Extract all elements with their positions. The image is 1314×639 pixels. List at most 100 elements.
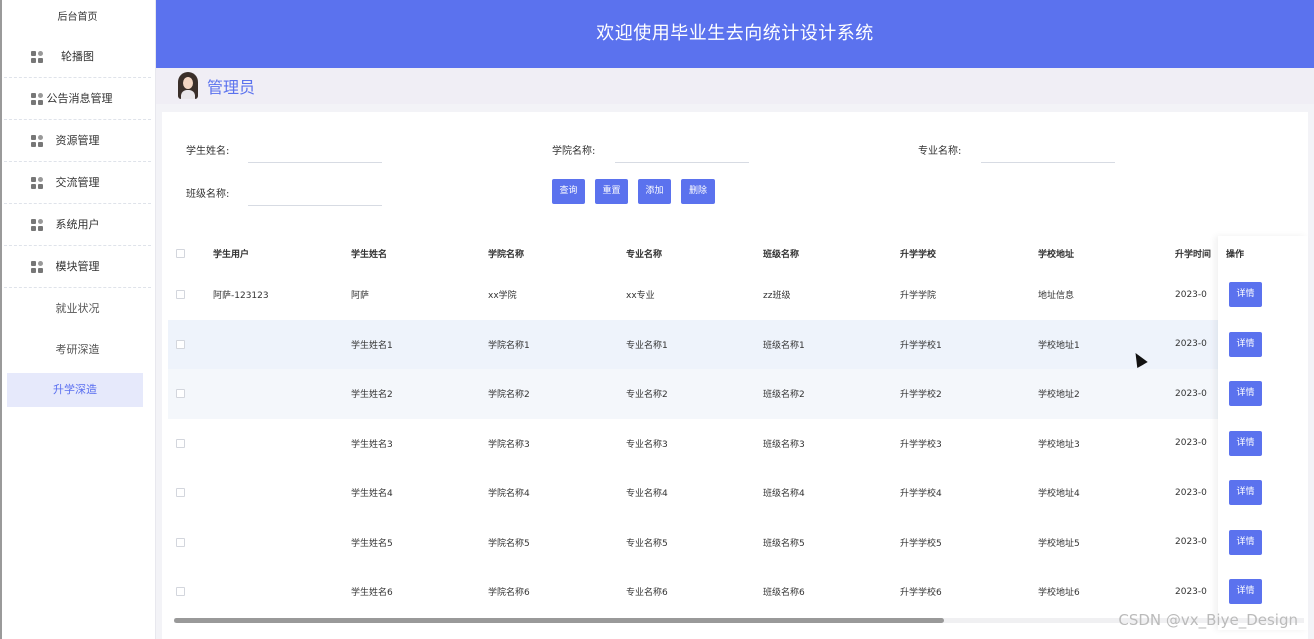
college-name-input[interactable] — [615, 141, 749, 163]
table-cell: 升学学校2 — [900, 390, 942, 401]
sidebar-item-label: 轮播图 — [61, 50, 94, 63]
sidebar-sub-further-study[interactable]: 升学深造 — [7, 373, 143, 407]
grid-icon — [31, 135, 44, 147]
student-name-input[interactable] — [248, 141, 382, 163]
table-cell: 学院名称2 — [488, 390, 530, 401]
col-header[interactable]: 学生用户 — [213, 236, 249, 270]
sidebar-item-label: 系统用户 — [55, 218, 100, 231]
table-cell: 学生姓名2 — [351, 390, 393, 401]
table-cell: 学生姓名4 — [351, 489, 393, 500]
data-table: 学生用户 学生姓名 学院名称 专业名称 班级名称 升学学校 学校地址 升学时间 … — [168, 236, 1308, 630]
detail-button[interactable]: 详情 — [1229, 579, 1262, 605]
sidebar-item-modules[interactable]: 模块管理 — [4, 246, 151, 288]
table-row[interactable]: 学生姓名6 学院名称6 专业名称6 班级名称6 升学学校6 学校地址6 2023-0 — [168, 567, 1308, 617]
detail-button[interactable]: 详情 — [1229, 381, 1262, 407]
main-content: 学生姓名: 学院名称: 专业名称: 班级名称: 查询 重置 添加 删除 学生用户… — [156, 104, 1314, 639]
table-cell: 2023-0 — [1175, 537, 1207, 548]
grid-icon — [31, 261, 44, 273]
table-row[interactable]: 学生姓名4 学院名称4 专业名称4 班级名称4 升学学校4 学校地址4 2023-0 — [168, 468, 1308, 518]
select-all-checkbox[interactable] — [176, 248, 185, 258]
sidebar-item-system-users[interactable]: 系统用户 — [4, 204, 151, 246]
col-header[interactable]: 专业名称 — [626, 236, 662, 270]
sidebar-home[interactable]: 后台首页 — [0, 0, 155, 36]
table-cell: 升学学校3 — [900, 439, 942, 450]
grid-icon — [31, 51, 44, 63]
class-name-input[interactable] — [248, 184, 382, 206]
sidebar-item-carousel[interactable]: 轮播图 — [4, 36, 151, 78]
table-cell: 2023-0 — [1175, 388, 1207, 399]
detail-button[interactable]: 详情 — [1229, 282, 1262, 308]
table-cell: 学校地址4 — [1038, 489, 1080, 500]
table-cell: 阿萨-123123 — [213, 291, 269, 302]
row-checkbox[interactable] — [176, 438, 185, 448]
user-name[interactable]: 管理员 — [207, 74, 255, 98]
table-cell: 学生姓名5 — [351, 538, 393, 549]
table-cell: 班级名称1 — [763, 340, 805, 351]
window-edge — [0, 0, 2, 639]
system-title: 欢迎使用毕业生去向统计设计系统 — [596, 23, 874, 44]
table-cell: 2023-0 — [1175, 289, 1207, 300]
table-row[interactable]: 学生姓名3 学院名称3 专业名称3 班级名称3 升学学校3 学校地址3 2023-0 — [168, 419, 1308, 469]
table-cell: 专业名称3 — [626, 439, 668, 450]
table-cell: 学院名称6 — [488, 588, 530, 599]
detail-button[interactable]: 详情 — [1229, 331, 1262, 357]
col-header[interactable]: 学校地址 — [1038, 236, 1074, 270]
table-row[interactable]: 阿萨-123123 阿萨 xx学院 xx专业 zz班级 升学学院 地址信息 2023-0 — [168, 270, 1308, 320]
table-cell: 2023-0 — [1175, 586, 1207, 597]
grid-icon — [31, 219, 44, 231]
sidebar-item-label: 交流管理 — [55, 176, 100, 189]
table-cell: 学校地址6 — [1038, 588, 1080, 599]
detail-button[interactable]: 详情 — [1229, 529, 1262, 555]
scrollbar-thumb[interactable] — [174, 618, 944, 623]
sidebar: 后台首页 轮播图 公告消息管理 资源管理 交流管理 系统用户 模块管理 就业状况… — [0, 0, 156, 639]
sidebar-item-label: 资源管理 — [55, 134, 100, 147]
table-cell: 学院名称5 — [488, 538, 530, 549]
table-row[interactable]: 学生姓名2 学院名称2 专业名称2 班级名称2 升学学校2 学校地址2 2023-0 — [168, 369, 1308, 419]
table-header-row: 学生用户 学生姓名 学院名称 专业名称 班级名称 升学学校 学校地址 升学时间 — [168, 236, 1308, 270]
table-row[interactable]: 学生姓名5 学院名称5 专业名称5 班级名称5 升学学校5 学校地址5 2023-0 — [168, 518, 1308, 568]
table-cell: 班级名称6 — [763, 588, 805, 599]
query-button[interactable]: 查询 — [552, 179, 585, 204]
table-cell: 学校地址2 — [1038, 390, 1080, 401]
row-checkbox[interactable] — [176, 389, 185, 399]
row-checkbox[interactable] — [176, 587, 185, 597]
table-cell: 升学学校6 — [900, 588, 942, 599]
sidebar-item-resources[interactable]: 资源管理 — [4, 120, 151, 162]
row-checkbox[interactable] — [176, 339, 185, 349]
sidebar-item-label: 公告消息管理 — [46, 92, 113, 105]
major-name-label: 专业名称: — [918, 146, 962, 157]
add-button[interactable]: 添加 — [638, 179, 671, 204]
sidebar-item-exchange[interactable]: 交流管理 — [4, 162, 151, 204]
delete-button[interactable]: 删除 — [681, 179, 715, 204]
table-cell: 专业名称4 — [626, 489, 668, 500]
row-checkbox[interactable] — [176, 488, 185, 498]
table-cell: 学生姓名6 — [351, 588, 393, 599]
table-cell: 专业名称6 — [626, 588, 668, 599]
col-header[interactable]: 升学学校 — [900, 236, 936, 270]
table-cell: 班级名称3 — [763, 439, 805, 450]
sidebar-item-notices[interactable]: 公告消息管理 — [4, 78, 151, 120]
table-cell: 学校地址5 — [1038, 538, 1080, 549]
table-cell: xx专业 — [626, 291, 655, 302]
table-cell: 班级名称5 — [763, 538, 805, 549]
sidebar-sub-employment[interactable]: 就业状况 — [0, 288, 155, 329]
avatar[interactable] — [178, 72, 198, 99]
detail-button[interactable]: 详情 — [1229, 480, 1262, 506]
col-header[interactable]: 学生姓名 — [351, 236, 387, 270]
major-name-input[interactable] — [981, 141, 1115, 163]
col-header[interactable]: 学院名称 — [488, 236, 524, 270]
reset-button[interactable]: 重置 — [595, 179, 628, 204]
row-checkbox[interactable] — [176, 537, 185, 547]
table-cell: 升学学校5 — [900, 538, 942, 549]
table-cell: 专业名称1 — [626, 340, 668, 351]
detail-button[interactable]: 详情 — [1229, 430, 1262, 456]
table-cell: 专业名称5 — [626, 538, 668, 549]
col-header[interactable]: 升学时间 — [1175, 236, 1211, 270]
table-cell: 2023-0 — [1175, 438, 1207, 449]
sidebar-sub-postgrad[interactable]: 考研深造 — [0, 329, 155, 370]
table-cell: 升学学校4 — [900, 489, 942, 500]
table-cell: 班级名称2 — [763, 390, 805, 401]
row-checkbox[interactable] — [176, 290, 185, 300]
table-cell: 学校地址3 — [1038, 439, 1080, 450]
col-header[interactable]: 班级名称 — [763, 236, 799, 270]
